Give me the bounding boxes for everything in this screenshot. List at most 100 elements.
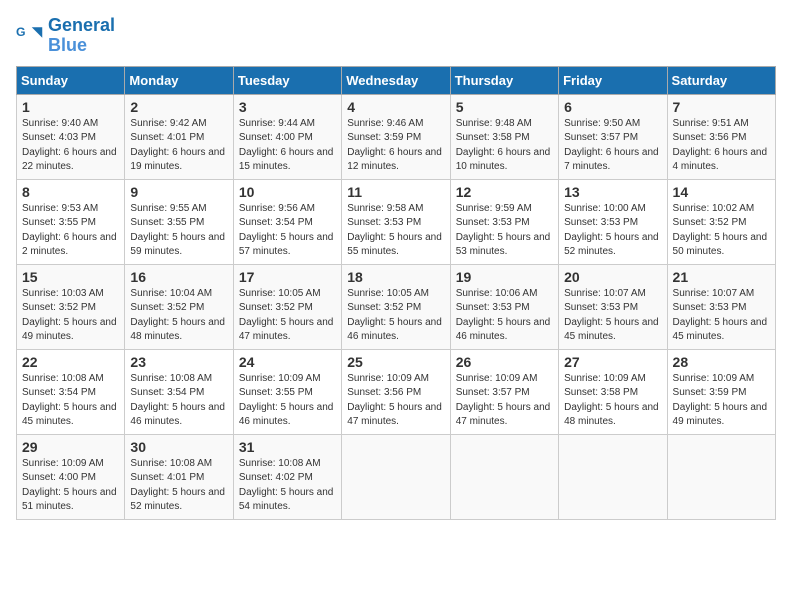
calendar-cell: 17 Sunrise: 10:05 AMSunset: 3:52 PMDayli… [233,264,341,349]
day-info: Sunrise: 10:08 AMSunset: 3:54 PMDaylight… [22,372,119,430]
day-number: 25 [347,354,444,370]
day-info: Sunrise: 10:07 AMSunset: 3:53 PMDaylight… [564,287,661,345]
calendar-cell: 29 Sunrise: 10:09 AMSunset: 4:00 PMDayli… [17,434,125,519]
day-info: Sunrise: 10:08 AMSunset: 4:02 PMDaylight… [239,457,336,515]
day-number: 19 [456,269,553,285]
calendar-cell: 16 Sunrise: 10:04 AMSunset: 3:52 PMDayli… [125,264,233,349]
calendar-cell: 25 Sunrise: 10:09 AMSunset: 3:56 PMDayli… [342,349,450,434]
calendar-cell: 21 Sunrise: 10:07 AMSunset: 3:53 PMDayli… [667,264,775,349]
day-info: Sunrise: 9:53 AMSunset: 3:55 PMDaylight:… [22,202,119,260]
day-info: Sunrise: 9:46 AMSunset: 3:59 PMDaylight:… [347,117,444,175]
calendar-cell: 22 Sunrise: 10:08 AMSunset: 3:54 PMDayli… [17,349,125,434]
weekday-header-friday: Friday [559,66,667,94]
day-number: 26 [456,354,553,370]
weekday-header-thursday: Thursday [450,66,558,94]
logo-icon: G [16,22,44,50]
calendar-cell: 23 Sunrise: 10:08 AMSunset: 3:54 PMDayli… [125,349,233,434]
calendar-cell: 14 Sunrise: 10:02 AMSunset: 3:52 PMDayli… [667,179,775,264]
day-info: Sunrise: 10:06 AMSunset: 3:53 PMDaylight… [456,287,553,345]
page-header: G GeneralBlue [16,16,776,56]
day-number: 28 [673,354,770,370]
calendar-week-5: 29 Sunrise: 10:09 AMSunset: 4:00 PMDayli… [17,434,776,519]
day-info: Sunrise: 10:08 AMSunset: 3:54 PMDaylight… [130,372,227,430]
day-number: 24 [239,354,336,370]
day-info: Sunrise: 10:09 AMSunset: 3:58 PMDaylight… [564,372,661,430]
day-number: 20 [564,269,661,285]
calendar-cell: 28 Sunrise: 10:09 AMSunset: 3:59 PMDayli… [667,349,775,434]
logo: G GeneralBlue [16,16,115,56]
calendar-cell: 6 Sunrise: 9:50 AMSunset: 3:57 PMDayligh… [559,94,667,179]
day-info: Sunrise: 10:04 AMSunset: 3:52 PMDaylight… [130,287,227,345]
calendar-cell [450,434,558,519]
day-info: Sunrise: 9:44 AMSunset: 4:00 PMDaylight:… [239,117,336,175]
day-number: 2 [130,99,227,115]
day-number: 5 [456,99,553,115]
day-number: 27 [564,354,661,370]
calendar-cell: 18 Sunrise: 10:05 AMSunset: 3:52 PMDayli… [342,264,450,349]
day-info: Sunrise: 9:40 AMSunset: 4:03 PMDaylight:… [22,117,119,175]
calendar-week-2: 8 Sunrise: 9:53 AMSunset: 3:55 PMDayligh… [17,179,776,264]
calendar-cell: 15 Sunrise: 10:03 AMSunset: 3:52 PMDayli… [17,264,125,349]
day-info: Sunrise: 10:05 AMSunset: 3:52 PMDaylight… [347,287,444,345]
calendar-cell: 10 Sunrise: 9:56 AMSunset: 3:54 PMDaylig… [233,179,341,264]
day-number: 15 [22,269,119,285]
calendar-cell: 31 Sunrise: 10:08 AMSunset: 4:02 PMDayli… [233,434,341,519]
day-info: Sunrise: 9:55 AMSunset: 3:55 PMDaylight:… [130,202,227,260]
calendar-cell: 5 Sunrise: 9:48 AMSunset: 3:58 PMDayligh… [450,94,558,179]
day-info: Sunrise: 10:09 AMSunset: 3:56 PMDaylight… [347,372,444,430]
calendar-cell [559,434,667,519]
day-info: Sunrise: 10:09 AMSunset: 3:55 PMDaylight… [239,372,336,430]
day-number: 4 [347,99,444,115]
weekday-header-monday: Monday [125,66,233,94]
day-info: Sunrise: 10:08 AMSunset: 4:01 PMDaylight… [130,457,227,515]
day-info: Sunrise: 9:48 AMSunset: 3:58 PMDaylight:… [456,117,553,175]
calendar-cell [342,434,450,519]
day-number: 23 [130,354,227,370]
calendar-cell: 7 Sunrise: 9:51 AMSunset: 3:56 PMDayligh… [667,94,775,179]
weekday-header-wednesday: Wednesday [342,66,450,94]
calendar-cell: 2 Sunrise: 9:42 AMSunset: 4:01 PMDayligh… [125,94,233,179]
day-number: 9 [130,184,227,200]
day-number: 3 [239,99,336,115]
calendar-cell: 4 Sunrise: 9:46 AMSunset: 3:59 PMDayligh… [342,94,450,179]
day-number: 13 [564,184,661,200]
day-info: Sunrise: 9:42 AMSunset: 4:01 PMDaylight:… [130,117,227,175]
calendar-cell: 11 Sunrise: 9:58 AMSunset: 3:53 PMDaylig… [342,179,450,264]
calendar-table: SundayMondayTuesdayWednesdayThursdayFrid… [16,66,776,520]
calendar-cell: 26 Sunrise: 10:09 AMSunset: 3:57 PMDayli… [450,349,558,434]
day-number: 1 [22,99,119,115]
day-info: Sunrise: 9:59 AMSunset: 3:53 PMDaylight:… [456,202,553,260]
day-info: Sunrise: 9:58 AMSunset: 3:53 PMDaylight:… [347,202,444,260]
day-number: 30 [130,439,227,455]
day-info: Sunrise: 10:02 AMSunset: 3:52 PMDaylight… [673,202,770,260]
weekday-header-saturday: Saturday [667,66,775,94]
day-info: Sunrise: 9:56 AMSunset: 3:54 PMDaylight:… [239,202,336,260]
day-number: 6 [564,99,661,115]
calendar-cell: 1 Sunrise: 9:40 AMSunset: 4:03 PMDayligh… [17,94,125,179]
calendar-cell: 3 Sunrise: 9:44 AMSunset: 4:00 PMDayligh… [233,94,341,179]
calendar-cell [667,434,775,519]
calendar-cell: 12 Sunrise: 9:59 AMSunset: 3:53 PMDaylig… [450,179,558,264]
calendar-cell: 27 Sunrise: 10:09 AMSunset: 3:58 PMDayli… [559,349,667,434]
day-info: Sunrise: 10:09 AMSunset: 4:00 PMDaylight… [22,457,119,515]
day-number: 10 [239,184,336,200]
day-info: Sunrise: 9:51 AMSunset: 3:56 PMDaylight:… [673,117,770,175]
day-info: Sunrise: 10:00 AMSunset: 3:53 PMDaylight… [564,202,661,260]
day-number: 18 [347,269,444,285]
calendar-cell: 20 Sunrise: 10:07 AMSunset: 3:53 PMDayli… [559,264,667,349]
day-info: Sunrise: 10:05 AMSunset: 3:52 PMDaylight… [239,287,336,345]
day-number: 21 [673,269,770,285]
day-info: Sunrise: 10:09 AMSunset: 3:59 PMDaylight… [673,372,770,430]
day-number: 16 [130,269,227,285]
day-number: 12 [456,184,553,200]
day-info: Sunrise: 10:07 AMSunset: 3:53 PMDaylight… [673,287,770,345]
logo-text: GeneralBlue [48,16,115,56]
calendar-cell: 30 Sunrise: 10:08 AMSunset: 4:01 PMDayli… [125,434,233,519]
day-number: 14 [673,184,770,200]
weekday-header-tuesday: Tuesday [233,66,341,94]
calendar-cell: 9 Sunrise: 9:55 AMSunset: 3:55 PMDayligh… [125,179,233,264]
calendar-cell: 13 Sunrise: 10:00 AMSunset: 3:53 PMDayli… [559,179,667,264]
day-info: Sunrise: 9:50 AMSunset: 3:57 PMDaylight:… [564,117,661,175]
day-number: 17 [239,269,336,285]
calendar-week-1: 1 Sunrise: 9:40 AMSunset: 4:03 PMDayligh… [17,94,776,179]
